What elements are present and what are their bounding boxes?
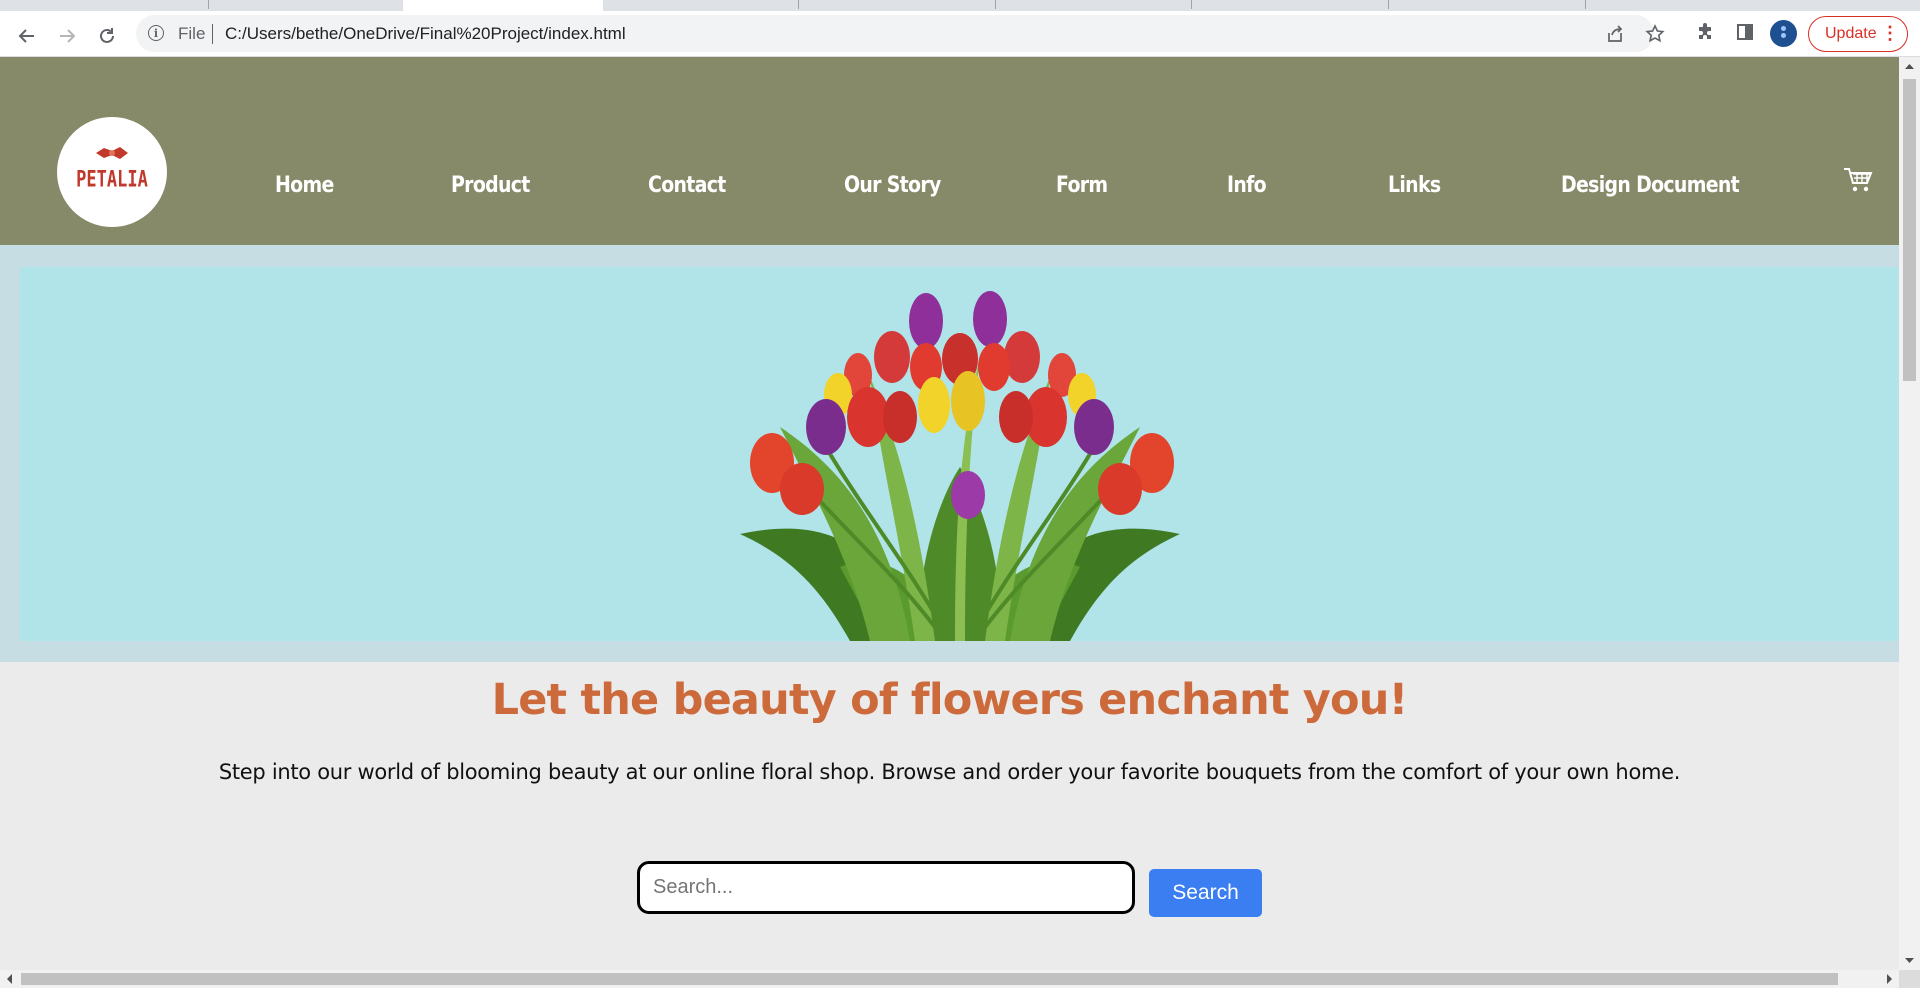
star-icon[interactable]	[1644, 23, 1666, 45]
tab-separator	[1585, 0, 1586, 9]
nav-info[interactable]: Info	[1227, 173, 1267, 198]
tab-separator	[1388, 0, 1389, 9]
hero-banner	[20, 267, 1899, 641]
site-header: PETALIA Home Product Contact Our Story F…	[0, 57, 1899, 245]
extensions-icon[interactable]	[1693, 20, 1717, 44]
tab-separator	[798, 0, 799, 9]
tab-separator	[1191, 0, 1192, 9]
page-tagline: Step into our world of blooming beauty a…	[218, 760, 1681, 784]
file-label: File	[178, 24, 206, 43]
site-logo[interactable]: PETALIA	[57, 117, 167, 227]
vertical-scroll-thumb[interactable]	[1903, 79, 1916, 381]
scrollbar-corner	[1899, 970, 1920, 988]
share-icon[interactable]	[1604, 23, 1626, 45]
nav-home[interactable]: Home	[275, 173, 334, 198]
page-headline: Let the beauty of flowers enchant you!	[491, 675, 1409, 725]
nav-contact[interactable]: Contact	[648, 173, 726, 198]
nav-design-document[interactable]: Design Document	[1561, 173, 1740, 198]
nav-product[interactable]: Product	[451, 173, 530, 198]
scroll-up-icon[interactable]	[1899, 59, 1920, 73]
browser-toolbar: i File C:/Users/bethe/OneDrive/Final%20P…	[0, 11, 1920, 57]
nav-form[interactable]: Form	[1056, 173, 1108, 198]
back-icon[interactable]	[12, 21, 42, 51]
side-panel-icon[interactable]	[1733, 20, 1757, 44]
search-button[interactable]: Search	[1149, 869, 1262, 917]
url-divider	[212, 24, 213, 44]
scroll-down-icon[interactable]	[1899, 954, 1920, 968]
hero-section	[0, 245, 1899, 662]
logo-text: PETALIA	[76, 167, 148, 193]
scroll-right-icon[interactable]	[1883, 970, 1897, 988]
forward-icon[interactable]	[52, 21, 82, 51]
update-label: Update	[1825, 25, 1877, 42]
horizontal-scrollbar[interactable]	[0, 970, 1899, 988]
horizontal-scroll-thumb[interactable]	[21, 973, 1838, 985]
address-bar[interactable]: i File C:/Users/bethe/OneDrive/Final%20P…	[136, 15, 1665, 52]
nav-our-story[interactable]: Our Story	[844, 173, 941, 198]
active-tab[interactable]	[403, 0, 603, 11]
info-icon[interactable]: i	[148, 25, 164, 41]
profile-avatar[interactable]	[1770, 20, 1797, 47]
shopping-cart-icon[interactable]	[1843, 167, 1873, 193]
search-input[interactable]	[637, 861, 1135, 914]
tulip-bouquet-image	[740, 291, 1180, 641]
page-viewport: PETALIA Home Product Contact Our Story F…	[0, 57, 1899, 970]
reload-icon[interactable]	[92, 21, 122, 51]
update-button[interactable]: Update ⋮	[1808, 16, 1908, 52]
vertical-scrollbar[interactable]	[1899, 57, 1920, 970]
menu-icon[interactable]: ⋮	[1881, 24, 1899, 42]
browser-chrome: i File C:/Users/bethe/OneDrive/Final%20P…	[0, 0, 1920, 57]
tab-separator	[208, 0, 209, 9]
tab-strip	[0, 0, 1920, 11]
url-text[interactable]: C:/Users/bethe/OneDrive/Final%20Project/…	[225, 24, 626, 44]
nav-links[interactable]: Links	[1388, 173, 1441, 198]
logo-flower-icon	[96, 147, 128, 159]
scroll-left-icon[interactable]	[2, 970, 16, 988]
tab-separator	[995, 0, 996, 9]
